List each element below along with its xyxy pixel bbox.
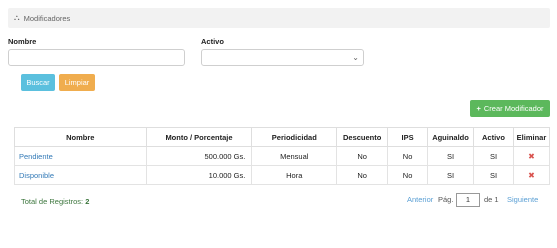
activo-select[interactable]: ⌄ [201, 49, 364, 66]
row-eliminar: ✖ [512, 165, 551, 185]
row-monto: 500.000 Gs. [145, 146, 253, 166]
row-nombre-link[interactable]: Disponible [14, 165, 147, 185]
siguiente-link[interactable]: Siguiente [507, 195, 538, 204]
row-activo: SI [473, 165, 514, 185]
column-header-ips[interactable]: IPS [387, 127, 429, 147]
column-header-eliminar: Eliminar [512, 127, 551, 147]
row-activo: SI [473, 146, 514, 166]
row-aguinaldo: SI [427, 146, 475, 166]
column-header-descuento[interactable]: Descuento [336, 127, 389, 147]
page-total-label: de 1 [484, 195, 499, 204]
row-aguinaldo: SI [427, 165, 475, 185]
table-row: Disponible 10.000 Gs. Hora No No SI SI ✖ [14, 165, 551, 185]
plus-icon: + [476, 104, 481, 113]
tags-icon: ⛬ [14, 13, 20, 22]
nombre-field[interactable] [8, 49, 185, 66]
column-header-aguinaldo[interactable]: Aguinaldo [427, 127, 475, 147]
total-value: 2 [85, 197, 90, 206]
column-header-monto[interactable]: Monto / Porcentaje [145, 127, 253, 147]
crear-modificador-button[interactable]: + Crear Modificador [470, 100, 550, 117]
column-header-nombre[interactable]: Nombre [14, 127, 147, 147]
row-descuento: No [336, 146, 389, 166]
total-label: Total de Registros: [21, 197, 84, 206]
delete-icon[interactable]: ✖ [528, 171, 535, 180]
nombre-label: Nombre [8, 37, 37, 46]
chevron-down-icon: ⌄ [352, 53, 359, 62]
row-periodicidad: Hora [251, 165, 338, 185]
row-periodicidad: Mensual [251, 146, 338, 166]
table-header-row: Nombre Monto / Porcentaje Periodicidad D… [14, 127, 551, 147]
column-header-activo[interactable]: Activo [473, 127, 514, 147]
row-nombre-link[interactable]: Pendiente [14, 146, 147, 166]
row-eliminar: ✖ [512, 146, 551, 166]
modificadores-table: Nombre Monto / Porcentaje Periodicidad D… [14, 127, 551, 185]
panel-header: ⛬ Modificadores [8, 8, 550, 28]
limpiar-button[interactable]: Limpiar [59, 74, 95, 91]
pag-label: Pág. [438, 195, 454, 204]
table-row: Pendiente 500.000 Gs. Mensual No No SI S… [14, 146, 551, 166]
row-descuento: No [336, 165, 389, 185]
page-title: Modificadores [23, 13, 71, 23]
row-ips: No [387, 165, 429, 185]
delete-icon[interactable]: ✖ [528, 152, 535, 161]
column-header-periodicidad[interactable]: Periodicidad [251, 127, 338, 147]
anterior-link[interactable]: Anterior [407, 195, 433, 204]
row-monto: 10.000 Gs. [145, 165, 253, 185]
buscar-button[interactable]: Buscar [21, 74, 55, 91]
total-registros: Total de Registros: 2 [21, 197, 89, 206]
row-ips: No [387, 146, 429, 166]
page-number-input[interactable]: 1 [456, 193, 480, 207]
activo-label: Activo [201, 37, 224, 46]
nombre-input[interactable] [9, 50, 184, 65]
crear-modificador-label: Crear Modificador [483, 104, 544, 113]
